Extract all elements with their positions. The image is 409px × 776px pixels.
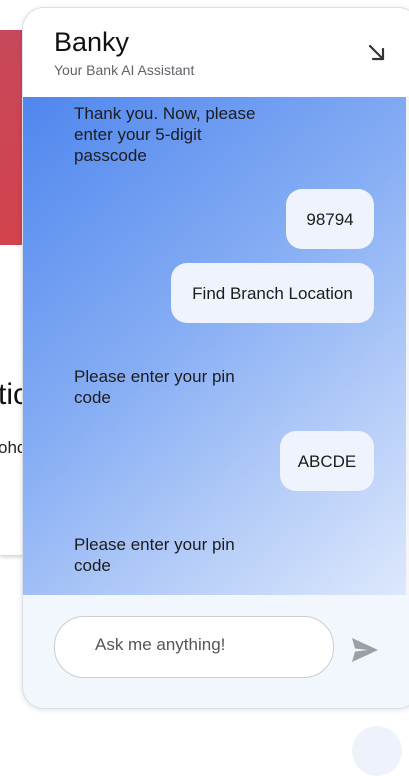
chat-input-container[interactable] — [54, 616, 334, 678]
chat-header: Banky Your Bank AI Assistant — [23, 8, 409, 98]
chat-subtitle: Your Bank AI Assistant — [54, 62, 195, 78]
user-message: ABCDE — [280, 431, 374, 491]
composer — [23, 595, 409, 708]
bot-message: Please enter your pin code — [74, 367, 235, 407]
minimize-button[interactable] — [362, 38, 392, 68]
user-message-text: ABCDE — [297, 451, 357, 471]
bot-message: Please enter your pin code — [74, 535, 235, 575]
chat-title: Banky — [54, 27, 130, 57]
message-list: Thank you. Now, please enter your 5-digi… — [23, 97, 406, 595]
send-icon — [352, 638, 378, 662]
bot-message: Thank you. Now, please enter your 5-digi… — [74, 104, 256, 165]
send-button[interactable] — [350, 636, 380, 664]
user-message-text: Find Branch Location — [192, 283, 353, 303]
user-message-text: 98794 — [306, 209, 354, 229]
chat-widget: Banky Your Bank AI Assistant Thank you. … — [22, 7, 409, 709]
user-message: Find Branch Location — [171, 263, 374, 323]
user-message: 98794 — [286, 189, 374, 249]
arrow-down-right-icon — [368, 44, 385, 61]
background-floating-button[interactable] — [352, 726, 402, 776]
chat-input[interactable] — [95, 635, 315, 655]
